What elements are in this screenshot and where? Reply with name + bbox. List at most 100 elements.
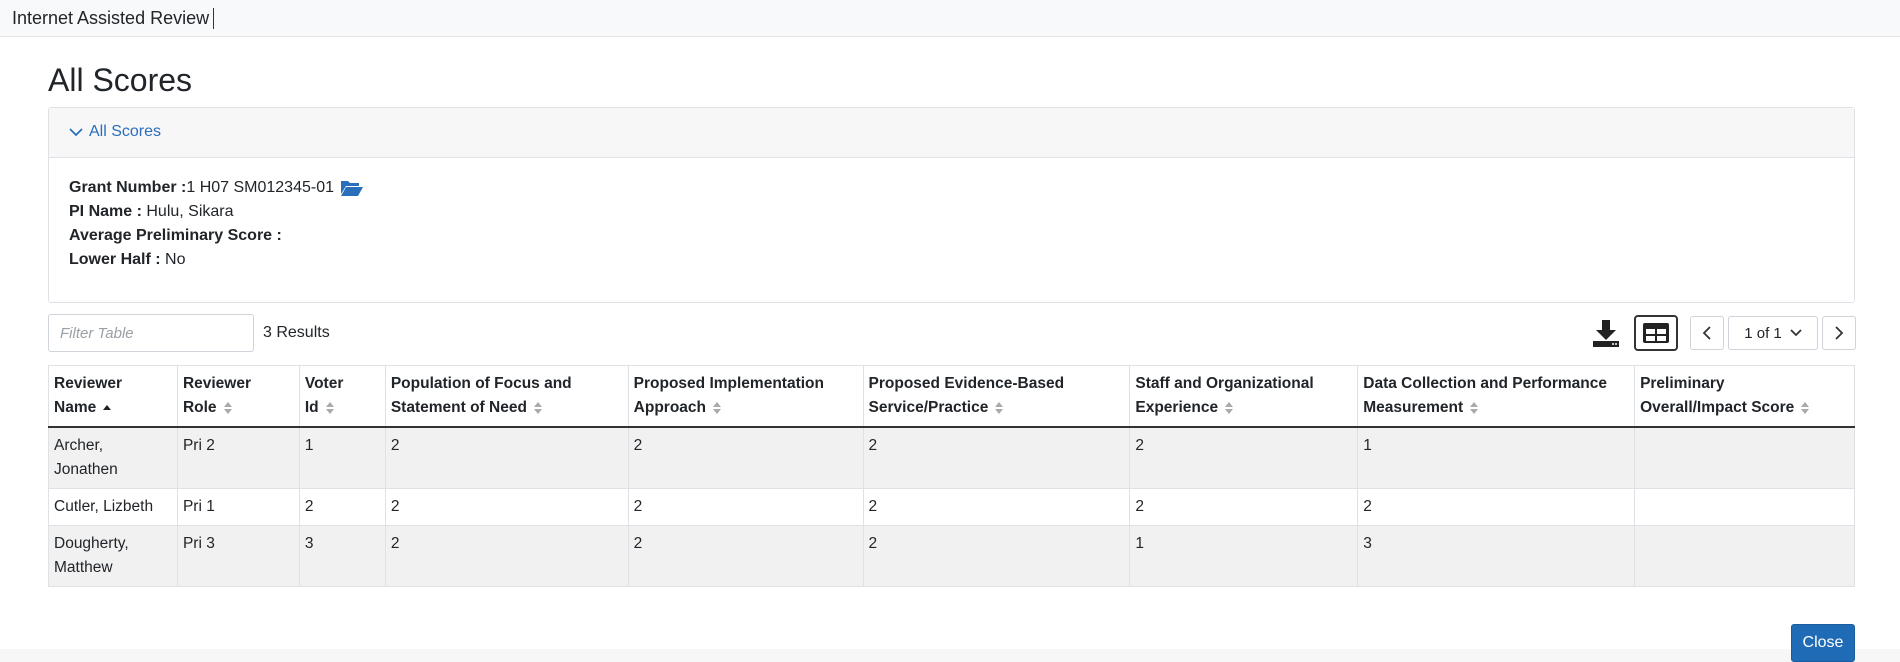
- reviewer-name-text: Archer,: [54, 437, 104, 454]
- reviewer-name-text: Dougherty,: [54, 535, 129, 552]
- column-header-label: Proposed Evidence-Based: [868, 375, 1065, 392]
- page-select[interactable]: 1 of 1: [1728, 316, 1818, 350]
- voter-id-cell: 3: [298, 525, 386, 587]
- top-navbar: Internet Assisted Review: [0, 0, 1900, 37]
- download-button[interactable]: [1590, 316, 1622, 350]
- overall-score-cell: [1634, 488, 1855, 526]
- grant-number-label: Grant Number :: [69, 179, 187, 196]
- page-title: All Scores: [48, 62, 193, 98]
- pi-name-value: Hulu, Sikara: [146, 203, 234, 220]
- chevron-down-icon: [69, 128, 83, 137]
- column-header-proposed-implementation[interactable]: Proposed Implementation Approach: [627, 365, 864, 428]
- column-header-label: Proposed Implementation: [633, 375, 824, 392]
- sort-ascending-icon[interactable]: [102, 403, 112, 413]
- voter-id-cell: 1: [298, 426, 386, 489]
- table-row: Dougherty, Matthew Pri 3322213: [48, 525, 1855, 587]
- column-header-label: Experience: [1135, 399, 1219, 416]
- reviewer-role-cell: Pri 2: [176, 426, 300, 489]
- app-title[interactable]: Internet Assisted Review: [12, 8, 209, 29]
- page-indicator: 1 of 1: [1744, 324, 1782, 342]
- column-header-label: Reviewer: [182, 375, 252, 392]
- data-collection-cell: 3: [1357, 525, 1636, 587]
- reviewer-name-cell: Archer, Jonathen: [48, 426, 178, 489]
- table-body: Archer, Jonathen Pri 2 1 2 2 2 2 1 Cutler, Lizbet…: [48, 426, 1855, 587]
- sort-icon[interactable]: [1224, 401, 1234, 415]
- sort-icon[interactable]: [712, 401, 722, 415]
- average-score-line: Average Preliminary Score :: [69, 224, 1834, 248]
- column-header-data-collection[interactable]: Data Collection and Performance Measureme…: [1357, 365, 1636, 428]
- column-header-label: Voter: [304, 375, 344, 392]
- close-button[interactable]: Close: [1791, 624, 1855, 662]
- column-header-label: Statement of Need: [390, 399, 527, 416]
- column-header-population-of-focus[interactable]: Population of Focus and Statement of Need: [384, 365, 629, 428]
- lower-half-value: No: [165, 251, 186, 268]
- table-row: Archer, Jonathen Pri 2122221: [48, 426, 1855, 489]
- panel-toggle[interactable]: All Scores: [69, 123, 161, 141]
- results-count: 3 Results: [263, 324, 330, 341]
- reviewer-name-cell: Cutler, Lizbeth: [48, 488, 178, 526]
- navbar-divider: [213, 8, 214, 29]
- column-header-proposed-evidence[interactable]: Proposed Evidence-Based Service/Practice: [862, 365, 1131, 428]
- chevron-left-icon: [1702, 326, 1711, 340]
- column-header-preliminary-overall[interactable]: Preliminary Overall/Impact Score: [1634, 365, 1855, 428]
- grant-number-value: 1 H07 SM012345-01: [186, 179, 334, 196]
- panel-toggle-label: All Scores: [89, 123, 162, 140]
- implementation-cell: 2: [627, 525, 864, 587]
- table-view-icon: [1643, 323, 1669, 343]
- table-view-button[interactable]: [1634, 315, 1678, 351]
- column-header-reviewer-role[interactable]: Reviewer Role: [176, 365, 300, 428]
- chevron-right-icon: [1835, 326, 1844, 340]
- pi-name-label: PI Name :: [69, 203, 142, 220]
- column-header-label: Reviewer: [54, 375, 123, 392]
- implementation-cell: 2: [627, 426, 864, 489]
- table-header-row: Reviewer Name Reviewer Role Voter Id Populatio…: [48, 365, 1855, 428]
- column-header-voter-id[interactable]: Voter Id: [298, 365, 386, 428]
- column-header-label: Data Collection and Performance: [1363, 375, 1608, 392]
- pi-name-line: PI Name : Hulu, Sikara: [69, 200, 1834, 224]
- folder-open-icon[interactable]: [340, 179, 364, 197]
- column-header-label: Name: [54, 399, 97, 416]
- grant-number-line: Grant Number : 1 H07 SM012345-01: [69, 176, 1834, 200]
- sort-icon[interactable]: [325, 401, 335, 415]
- sort-icon[interactable]: [533, 401, 543, 415]
- reviewer-name-text: Matthew: [54, 559, 113, 576]
- staff-cell: 1: [1129, 525, 1359, 587]
- scores-table: Reviewer Name Reviewer Role Voter Id Populatio…: [48, 365, 1855, 587]
- column-header-staff-experience[interactable]: Staff and Organizational Experience: [1129, 365, 1359, 428]
- data-collection-cell: 2: [1357, 488, 1636, 526]
- table-row: Cutler, Lizbeth Pri 1222222: [48, 488, 1855, 526]
- sort-icon[interactable]: [223, 401, 233, 415]
- download-icon: [1593, 320, 1619, 347]
- overall-score-cell: [1634, 426, 1855, 489]
- column-header-label: Role: [182, 399, 217, 416]
- staff-cell: 2: [1129, 426, 1359, 489]
- evidence-cell: 2: [862, 426, 1131, 489]
- previous-page-button[interactable]: [1690, 316, 1724, 350]
- sort-icon[interactable]: [994, 401, 1004, 415]
- column-header-label: Approach: [633, 399, 706, 416]
- sort-icon[interactable]: [1800, 401, 1810, 415]
- column-header-label: Population of Focus and: [390, 375, 572, 392]
- lower-half-line: Lower Half : No: [69, 248, 1834, 272]
- next-page-button[interactable]: [1822, 316, 1856, 350]
- population-cell: 2: [384, 488, 629, 526]
- column-header-label: Service/Practice: [868, 399, 989, 416]
- chevron-down-icon: [1790, 329, 1802, 337]
- population-cell: 2: [384, 525, 629, 587]
- reviewer-role-cell: Pri 3: [176, 525, 300, 587]
- panel-body: Grant Number : 1 H07 SM012345-01 PI Name…: [49, 158, 1854, 290]
- column-header-label: Staff and Organizational: [1135, 375, 1314, 392]
- lower-half-label: Lower Half :: [69, 251, 161, 268]
- average-score-label: Average Preliminary Score :: [69, 227, 282, 244]
- staff-cell: 2: [1129, 488, 1359, 526]
- reviewer-name-text: Cutler, Lizbeth: [54, 498, 154, 515]
- implementation-cell: 2: [627, 488, 864, 526]
- sort-icon[interactable]: [1469, 401, 1479, 415]
- filter-table-input[interactable]: [48, 314, 254, 352]
- column-header-reviewer-name[interactable]: Reviewer Name: [48, 365, 178, 428]
- overall-score-cell: [1634, 525, 1855, 587]
- reviewer-role-cell: Pri 1: [176, 488, 300, 526]
- evidence-cell: 2: [862, 525, 1131, 587]
- column-header-label: Measurement: [1363, 399, 1464, 416]
- main-content: All Scores All Scores Grant Number : 1 H…: [0, 37, 1900, 662]
